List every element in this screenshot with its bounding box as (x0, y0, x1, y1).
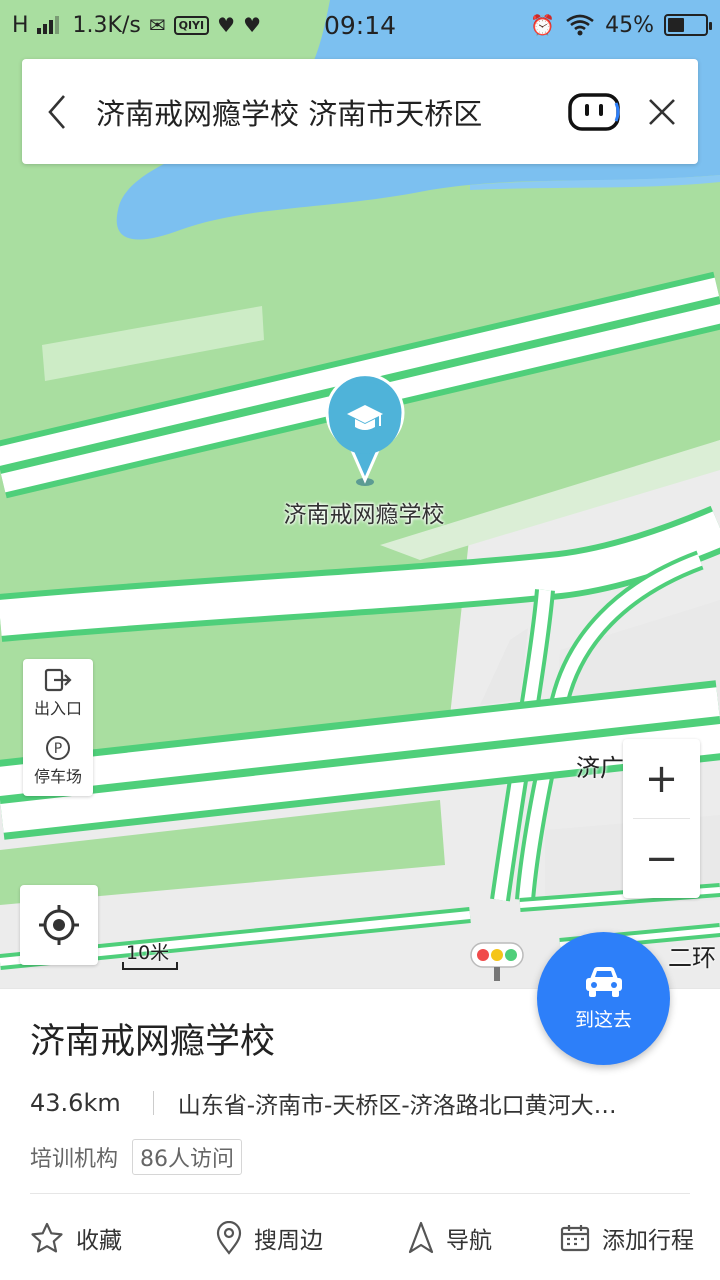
battery-icon (664, 14, 712, 36)
meta-divider (152, 1091, 154, 1115)
parking-label: 停车场 (33, 767, 82, 786)
voice-assistant-icon (568, 92, 620, 131)
favorite-label: 收藏 (76, 1228, 122, 1254)
battery-fill (668, 18, 685, 32)
entrance-label: 出入口 (33, 699, 82, 718)
wifi-icon (566, 14, 594, 36)
tag-row: 培训机构 86人访问 (30, 1139, 243, 1175)
distance: 43.6km (30, 1089, 121, 1117)
battery-percent: 45% (605, 12, 654, 38)
voice-assistant-button[interactable] (562, 59, 626, 164)
calendar-icon (560, 1225, 590, 1252)
zoom-in-button[interactable]: + (623, 739, 700, 818)
road-label: 济广 (576, 754, 624, 782)
parking-button[interactable]: P 停车场 (23, 727, 93, 795)
navigate-button[interactable]: 导航 (408, 1221, 492, 1255)
go-here-label: 到这去 (574, 1009, 632, 1031)
alarm-icon: ⏰ (530, 13, 556, 37)
qiyi-icon: QIYI (173, 15, 210, 35)
place-meta-row: 43.6km 山东省-济南市-天桥区-济洛路北口黄河大… (30, 1086, 690, 1120)
entrance-button[interactable]: 出入口 (23, 659, 93, 727)
status-bar: H 1.3K/s ✉ QIYI ♥ ♥ 09:14 ⏰ 45% (0, 0, 720, 50)
add-trip-button[interactable]: 添加行程 (560, 1221, 694, 1255)
zoom-out-button[interactable]: − (623, 819, 700, 898)
search-bar: 济南戒网瘾学校 济南市天桥区 (22, 59, 698, 164)
location-pin-icon (216, 1221, 242, 1255)
park-path (42, 306, 264, 381)
place-name: 济南戒网瘾学校 (30, 1022, 276, 1062)
chevron-left-icon (48, 94, 65, 129)
network-type: H (12, 12, 29, 38)
traffic-light-button[interactable] (469, 941, 525, 983)
signal-icon (36, 16, 59, 34)
entrance-icon (44, 668, 72, 692)
search-nearby-label: 搜周边 (254, 1228, 323, 1254)
road-label: 二环 (668, 944, 716, 972)
parking-icon: P (46, 736, 70, 760)
school-pin-icon (325, 373, 405, 486)
add-trip-label: 添加行程 (602, 1228, 694, 1254)
card-divider (30, 1193, 690, 1194)
poi-filter-panel: 出入口 P 停车场 (23, 659, 93, 796)
favorite-button[interactable]: 收藏 (30, 1221, 122, 1255)
car-icon (585, 967, 622, 997)
visit-count-badge: 86人访问 (132, 1139, 243, 1175)
category-tag: 培训机构 (30, 1147, 119, 1172)
search-nearby-button[interactable]: 搜周边 (216, 1221, 323, 1255)
back-button[interactable] (22, 59, 92, 164)
search-query[interactable]: 济南戒网瘾学校 济南市天桥区 (92, 91, 562, 133)
shield-icon: ♥ (217, 13, 236, 37)
wechat-icon: ✉ (148, 13, 166, 37)
map-scale: 10米 (120, 938, 180, 972)
zoom-controls: + − (623, 739, 700, 898)
svg-text:P: P (54, 741, 62, 757)
close-icon (649, 98, 675, 125)
scale-line (122, 962, 178, 970)
star-icon (31, 1222, 63, 1253)
navigation-arrow-icon (408, 1221, 434, 1254)
network-speed: 1.3K/s (72, 12, 141, 38)
close-button[interactable] (626, 59, 698, 164)
poi-label[interactable]: 济南戒网瘾学校 (268, 500, 460, 530)
go-here-button[interactable]: 到这去 (537, 932, 670, 1065)
scale-text: 10米 (126, 942, 170, 964)
address: 山东省-济南市-天桥区-济洛路北口黄河大… (177, 1093, 617, 1119)
shield-icon-2: ♥ (243, 13, 261, 37)
locate-me-button[interactable] (20, 885, 98, 965)
traffic-light-icon (470, 942, 524, 981)
action-bar: 收藏 搜周边 导航 添加行程 (0, 1203, 720, 1273)
crosshair-icon (39, 905, 79, 945)
navigate-label: 导航 (446, 1228, 492, 1254)
